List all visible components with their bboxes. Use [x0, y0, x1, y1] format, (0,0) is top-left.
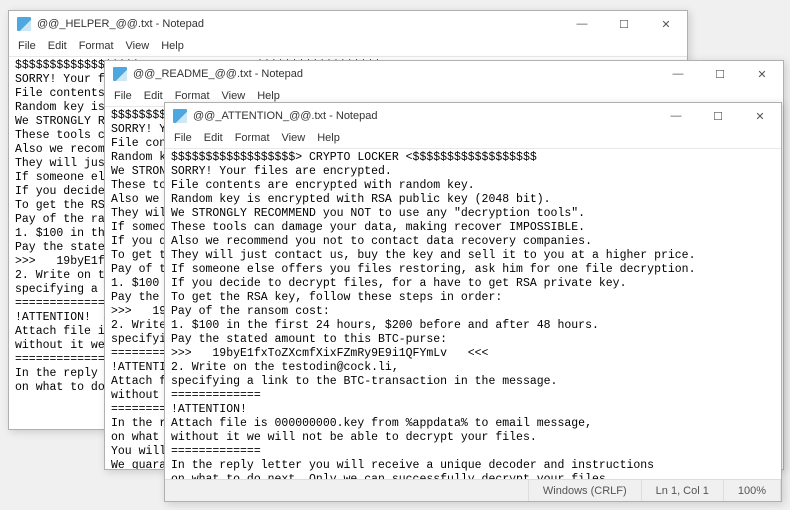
minimize-button[interactable]: — — [561, 11, 603, 37]
maximize-button[interactable]: ☐ — [603, 11, 645, 37]
status-spacer — [165, 480, 529, 501]
status-zoom: 100% — [724, 480, 781, 501]
menu-format[interactable]: Format — [74, 39, 119, 53]
titlebar[interactable]: @@_HELPER_@@.txt - Notepad — ☐ ✕ — [9, 11, 687, 37]
notepad-icon — [173, 109, 187, 123]
menu-edit[interactable]: Edit — [43, 39, 72, 53]
titlebar[interactable]: @@_ATTENTION_@@.txt - Notepad — ☐ ✕ — [165, 103, 781, 129]
minimize-button[interactable]: — — [655, 103, 697, 129]
notepad-window-attention: @@_ATTENTION_@@.txt - Notepad — ☐ ✕ File… — [164, 102, 782, 502]
minimize-button[interactable]: — — [657, 61, 699, 87]
statusbar: Windows (CRLF) Ln 1, Col 1 100% — [165, 479, 781, 501]
notepad-icon — [17, 17, 31, 31]
menu-edit[interactable]: Edit — [139, 89, 168, 103]
status-position: Ln 1, Col 1 — [642, 480, 724, 501]
titlebar-buttons: — ☐ ✕ — [657, 61, 783, 87]
menu-edit[interactable]: Edit — [199, 131, 228, 145]
titlebar-buttons: — ☐ ✕ — [561, 11, 687, 37]
window-title: @@_ATTENTION_@@.txt - Notepad — [193, 110, 655, 122]
menu-format[interactable]: Format — [170, 89, 215, 103]
menubar: File Edit Format View Help — [165, 129, 781, 149]
titlebar[interactable]: @@_README_@@.txt - Notepad — ☐ ✕ — [105, 61, 783, 87]
menubar: File Edit Format View Help — [9, 37, 687, 57]
menu-file[interactable]: File — [109, 89, 137, 103]
menu-file[interactable]: File — [13, 39, 41, 53]
menu-help[interactable]: Help — [156, 39, 189, 53]
menu-help[interactable]: Help — [312, 131, 345, 145]
notepad-icon — [113, 67, 127, 81]
menu-view[interactable]: View — [277, 131, 311, 145]
titlebar-buttons: — ☐ ✕ — [655, 103, 781, 129]
menu-format[interactable]: Format — [230, 131, 275, 145]
text-area[interactable]: $$$$$$$$$$$$$$$$$$> CRYPTO LOCKER <$$$$$… — [165, 149, 781, 479]
close-button[interactable]: ✕ — [741, 61, 783, 87]
menu-view[interactable]: View — [217, 89, 251, 103]
window-title: @@_README_@@.txt - Notepad — [133, 68, 657, 80]
close-button[interactable]: ✕ — [645, 11, 687, 37]
menu-view[interactable]: View — [121, 39, 155, 53]
menu-help[interactable]: Help — [252, 89, 285, 103]
maximize-button[interactable]: ☐ — [697, 103, 739, 129]
close-button[interactable]: ✕ — [739, 103, 781, 129]
status-encoding: Windows (CRLF) — [529, 480, 642, 501]
menu-file[interactable]: File — [169, 131, 197, 145]
window-title: @@_HELPER_@@.txt - Notepad — [37, 18, 561, 30]
maximize-button[interactable]: ☐ — [699, 61, 741, 87]
